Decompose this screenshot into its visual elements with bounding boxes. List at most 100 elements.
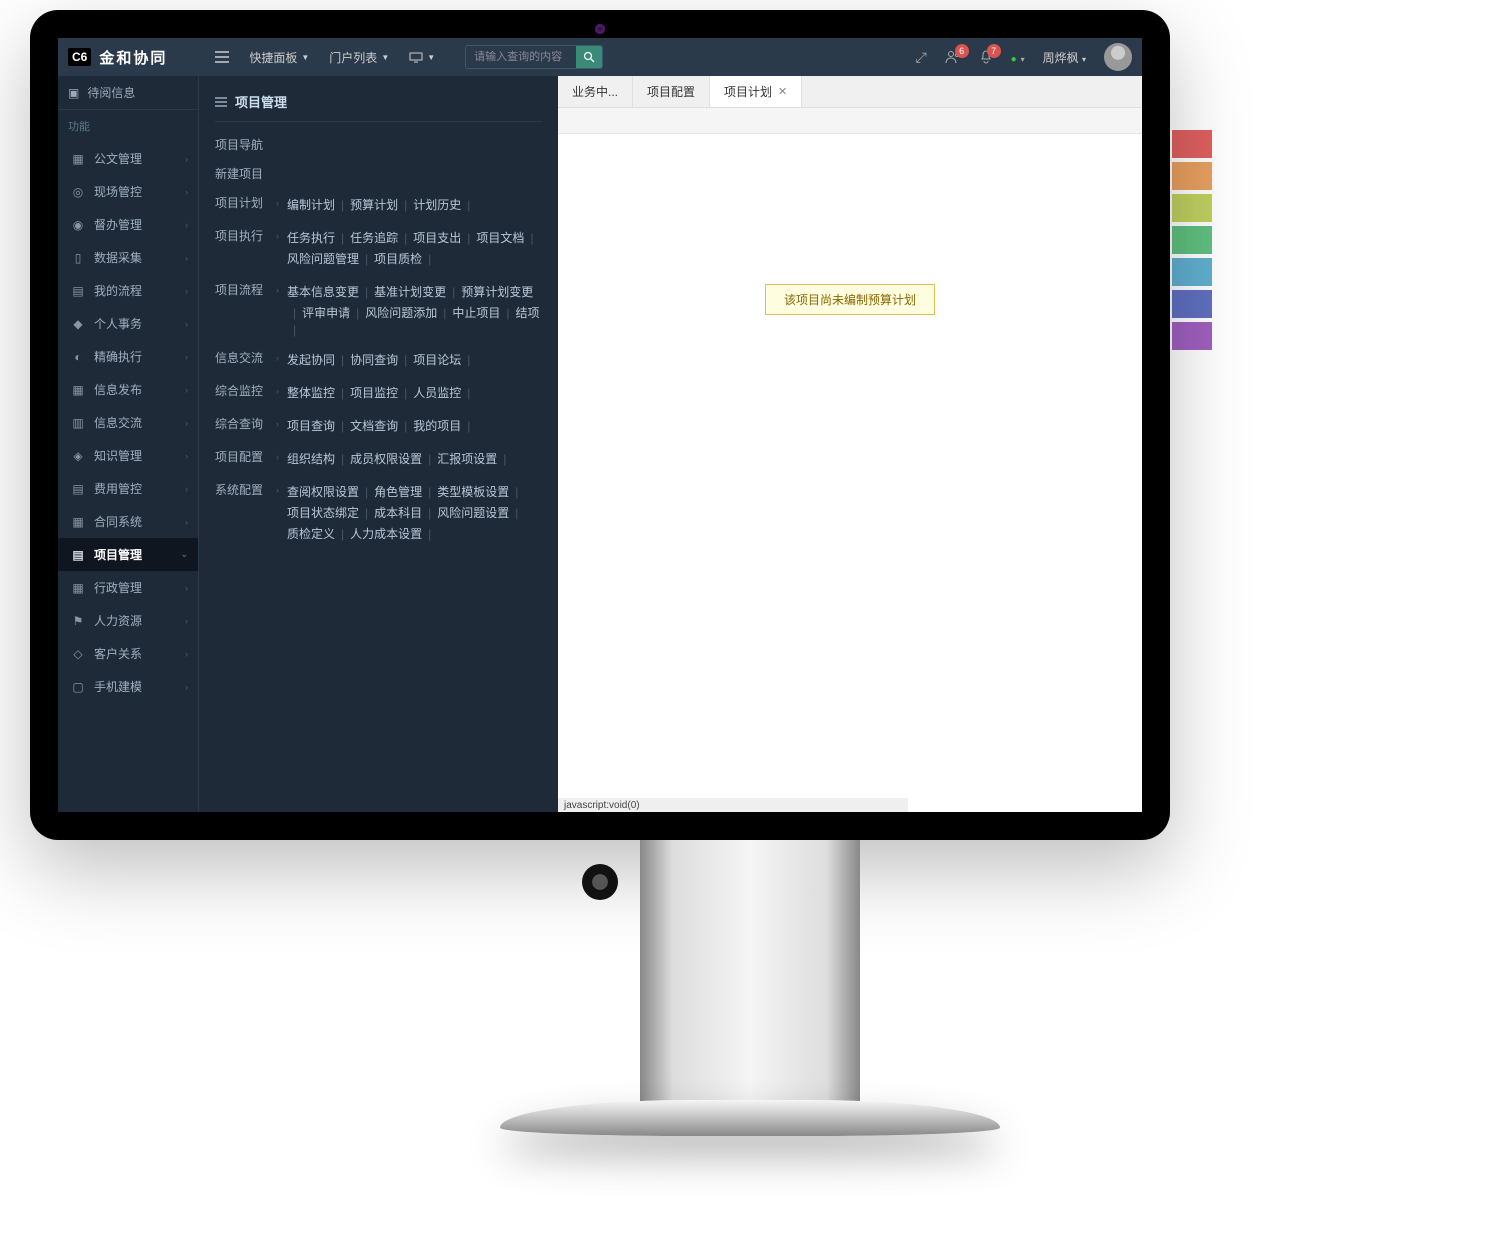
bell-icon[interactable]: 7 bbox=[979, 50, 993, 64]
topnav-quickpanel[interactable]: 快捷面板 ▼ bbox=[241, 45, 317, 70]
sidebar-item[interactable]: ◎现场管控› bbox=[58, 175, 198, 208]
flyout-link[interactable]: 计划历史 bbox=[413, 194, 461, 215]
avatar[interactable] bbox=[1104, 43, 1132, 71]
sidebar-item[interactable]: ▦合同系统› bbox=[58, 505, 198, 538]
flyout-link[interactable]: 基本信息变更 bbox=[287, 281, 359, 302]
sidebar-item-label: 精确执行 bbox=[94, 348, 142, 365]
sidebar-item[interactable]: ◆个人事务› bbox=[58, 307, 198, 340]
sidebar-inbox[interactable]: ▣ 待阅信息 bbox=[58, 76, 198, 110]
flyout-link[interactable]: 类型模板设置 bbox=[437, 481, 509, 502]
flyout-link[interactable]: 项目查询 bbox=[287, 415, 335, 436]
sidebar-item[interactable]: ⚑人力资源› bbox=[58, 604, 198, 637]
flyout-link[interactable]: 我的项目 bbox=[413, 415, 461, 436]
sidebar-item[interactable]: ◇客户关系› bbox=[58, 637, 198, 670]
flyout-group: 项目计划›编制计划|预算计划|计划历史| bbox=[215, 188, 542, 221]
flyout-link[interactable]: 项目质检 bbox=[374, 248, 422, 269]
topnav-device[interactable]: ▼ bbox=[401, 48, 443, 67]
flyout-link[interactable]: 文档查询 bbox=[350, 415, 398, 436]
separator: | bbox=[467, 386, 470, 400]
flyout-group-label[interactable]: 综合监控› bbox=[215, 382, 287, 399]
sidebar-item[interactable]: ▤费用管控› bbox=[58, 472, 198, 505]
separator: | bbox=[404, 386, 407, 400]
sidebar-item[interactable]: ◉督办管理› bbox=[58, 208, 198, 241]
search-button[interactable] bbox=[576, 46, 602, 68]
caret-down-icon: ▾ bbox=[1021, 55, 1025, 64]
close-icon[interactable]: ✕ bbox=[778, 85, 787, 98]
flyout-group-label[interactable]: 系统配置› bbox=[215, 481, 287, 498]
flyout-group-label[interactable]: 项目流程› bbox=[215, 281, 287, 298]
status-indicator[interactable]: ● ▾ bbox=[1011, 49, 1025, 65]
sidebar-item[interactable]: ▤我的流程› bbox=[58, 274, 198, 307]
flyout-link[interactable]: 质检定义 bbox=[287, 523, 335, 544]
tab[interactable]: 项目计划✕ bbox=[710, 76, 802, 107]
sidebar-item[interactable]: ▦信息发布› bbox=[58, 373, 198, 406]
flyout-link[interactable]: 成本科目 bbox=[374, 502, 422, 523]
flyout-link[interactable]: 人力成本设置 bbox=[350, 523, 422, 544]
flyout-link[interactable]: 预算计划 bbox=[350, 194, 398, 215]
sidebar-item[interactable]: ▦行政管理› bbox=[58, 571, 198, 604]
flyout-group: 综合查询›项目查询|文档查询|我的项目| bbox=[215, 409, 542, 442]
topnav-portals[interactable]: 门户列表 ▼ bbox=[321, 45, 397, 70]
flyout-link[interactable]: 汇报项设置 bbox=[437, 448, 497, 469]
flyout-group: 信息交流›发起协同|协同查询|项目论坛| bbox=[215, 343, 542, 376]
flyout-link[interactable]: 中止项目 bbox=[452, 302, 500, 323]
flyout-group-label[interactable]: 新建项目 bbox=[215, 165, 287, 182]
flyout-group-label[interactable]: 项目执行› bbox=[215, 227, 287, 244]
flyout-link[interactable]: 评审申请 bbox=[302, 302, 350, 323]
expand-icon[interactable]: ⤢ bbox=[915, 49, 926, 66]
flyout-link[interactable]: 成员权限设置 bbox=[350, 448, 422, 469]
separator: | bbox=[503, 452, 506, 466]
sidebar-item[interactable]: ▥信息交流› bbox=[58, 406, 198, 439]
sidebar-inbox-label: 待阅信息 bbox=[87, 84, 135, 101]
flyout-group-label[interactable]: 项目计划› bbox=[215, 194, 287, 211]
flyout-link[interactable]: 项目文档 bbox=[476, 227, 524, 248]
sidebar-item[interactable]: ▯数据采集› bbox=[58, 241, 198, 274]
flyout-link[interactable]: 人员监控 bbox=[413, 382, 461, 403]
sidebar-item[interactable]: ▤项目管理⌄ bbox=[58, 538, 198, 571]
flyout-group-label[interactable]: 综合查询› bbox=[215, 415, 287, 432]
flyout-link[interactable]: 风险问题管理 bbox=[287, 248, 359, 269]
users-icon[interactable]: 6 bbox=[945, 50, 961, 64]
status-text: javascript:void(0) bbox=[564, 800, 640, 811]
chevron-right-icon: › bbox=[276, 452, 279, 462]
sidebar-item-label: 个人事务 bbox=[94, 315, 142, 332]
tab[interactable]: 项目配置 bbox=[633, 76, 710, 107]
flyout-link[interactable]: 项目论坛 bbox=[413, 349, 461, 370]
search-input[interactable] bbox=[466, 46, 576, 68]
flyout-link[interactable]: 基准计划变更 bbox=[374, 281, 446, 302]
chevron-right-icon: › bbox=[185, 517, 188, 527]
flyout-link[interactable]: 整体监控 bbox=[287, 382, 335, 403]
flyout-link[interactable]: 项目状态绑定 bbox=[287, 502, 359, 523]
flyout-link[interactable]: 任务执行 bbox=[287, 227, 335, 248]
flyout-link[interactable]: 风险问题添加 bbox=[365, 302, 437, 323]
flyout-link[interactable]: 组织结构 bbox=[287, 448, 335, 469]
toggle-sidebar-icon[interactable] bbox=[207, 47, 237, 67]
flyout-link[interactable]: 协同查询 bbox=[350, 349, 398, 370]
flyout-link[interactable]: 查阅权限设置 bbox=[287, 481, 359, 502]
flyout-link[interactable]: 项目监控 bbox=[350, 382, 398, 403]
topnav-label: 快捷面板 bbox=[249, 49, 297, 66]
flyout-link[interactable]: 角色管理 bbox=[374, 481, 422, 502]
sidebar-item[interactable]: ◐精确执行› bbox=[58, 340, 198, 373]
chevron-right-icon: › bbox=[185, 616, 188, 626]
separator: | bbox=[365, 506, 368, 520]
flyout-link[interactable]: 发起协同 bbox=[287, 349, 335, 370]
flyout-group-label[interactable]: 项目导航 bbox=[215, 136, 287, 153]
flyout-group-label[interactable]: 信息交流› bbox=[215, 349, 287, 366]
sidebar-item[interactable]: ▦公文管理› bbox=[58, 142, 198, 175]
username[interactable]: 周烨枫 ▾ bbox=[1043, 49, 1086, 66]
chevron-right-icon: › bbox=[276, 231, 279, 241]
sidebar-item[interactable]: ▢手机建模› bbox=[58, 670, 198, 703]
sidebar-item[interactable]: ◈知识管理› bbox=[58, 439, 198, 472]
flyout-link[interactable]: 编制计划 bbox=[287, 194, 335, 215]
inbox-icon: ▣ bbox=[68, 86, 79, 100]
flyout-link[interactable]: 预算计划变更 bbox=[461, 281, 533, 302]
flyout-link[interactable]: 任务追踪 bbox=[350, 227, 398, 248]
flyout-link[interactable]: 风险问题设置 bbox=[437, 502, 509, 523]
sidebar-item-label: 公文管理 bbox=[94, 150, 142, 167]
flyout-link[interactable]: 项目支出 bbox=[413, 227, 461, 248]
flyout-link[interactable]: 结项 bbox=[516, 302, 540, 323]
separator: | bbox=[506, 306, 509, 320]
tab[interactable]: 业务中... bbox=[558, 76, 633, 107]
flyout-group-label[interactable]: 项目配置› bbox=[215, 448, 287, 465]
